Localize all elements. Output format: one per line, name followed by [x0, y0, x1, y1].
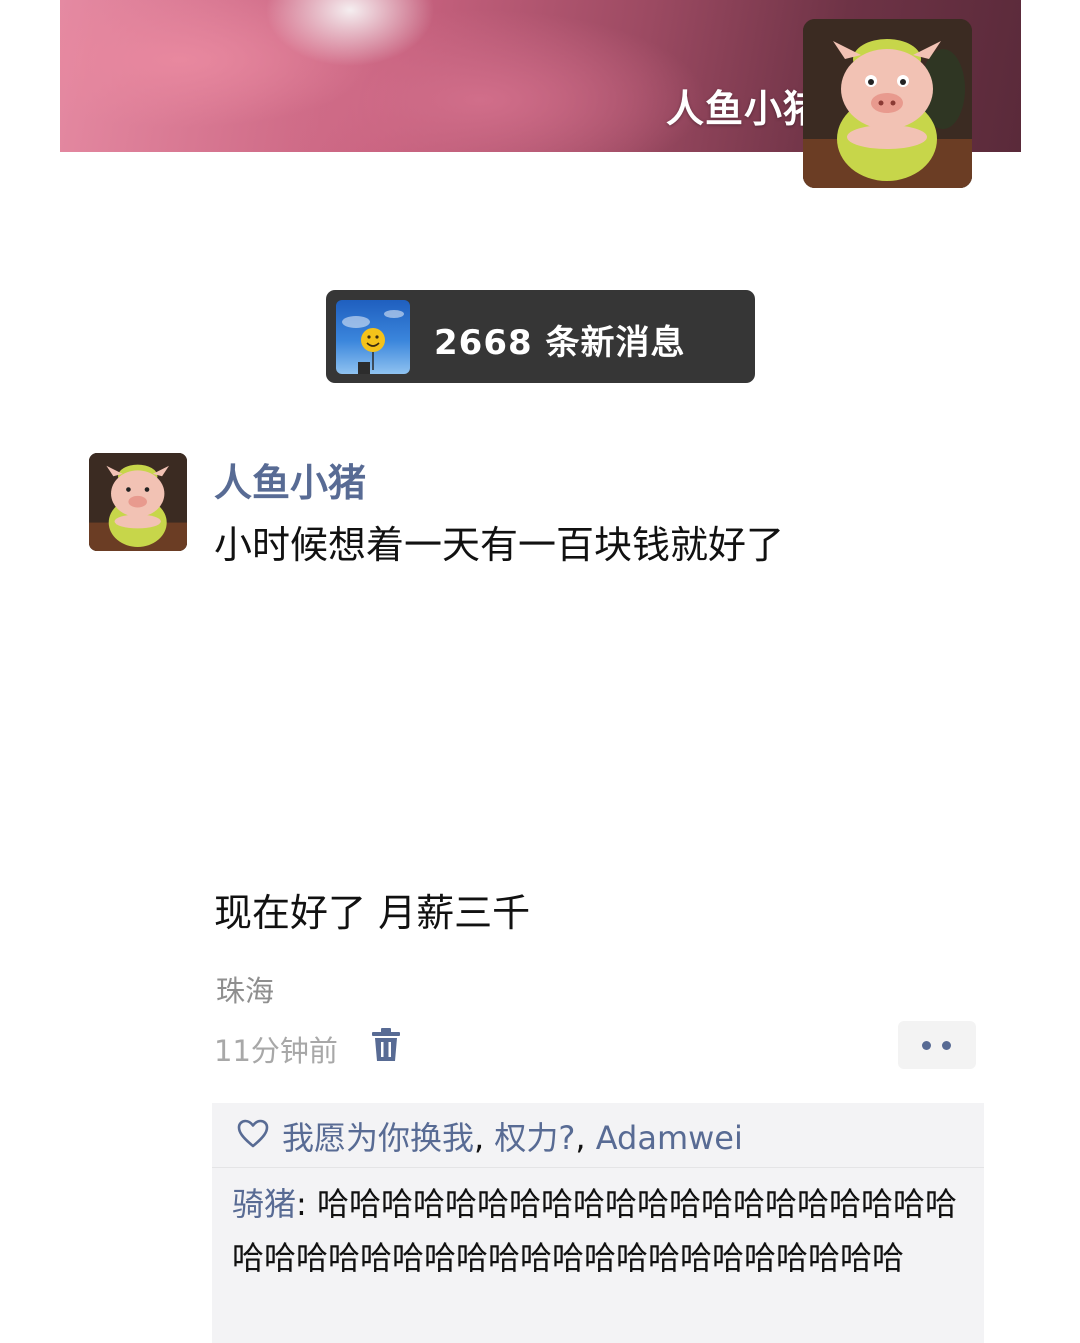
- post-text-line-1: 小时候想着一天有一百块钱就好了: [214, 523, 785, 567]
- comment-item[interactable]: 骑猪: 哈哈哈哈哈哈哈哈哈哈哈哈哈哈哈哈哈哈哈哈哈哈哈哈哈哈哈哈哈哈哈哈哈哈哈哈…: [232, 1177, 968, 1285]
- post-location[interactable]: 珠海: [216, 968, 274, 1010]
- smiley-balloon-icon: [342, 310, 404, 374]
- post-text-line-2: 现在好了 月薪三千: [214, 891, 531, 935]
- new-messages-count: 2668 条新消息: [434, 323, 686, 363]
- more-dots-icon[interactable]: [898, 1021, 976, 1069]
- like-user-1[interactable]: 我愿为你换我: [282, 1119, 474, 1157]
- comment-author[interactable]: 骑猪: [232, 1185, 296, 1223]
- post-timestamp: 11分钟前: [214, 1034, 338, 1068]
- like-separator: ,: [474, 1119, 495, 1157]
- heart-icon: [237, 1119, 269, 1148]
- pig-plush-icon: [803, 19, 972, 188]
- notification-avatar: [336, 300, 410, 374]
- like-user-2[interactable]: 权力?: [494, 1119, 575, 1157]
- like-separator: ,: [575, 1119, 596, 1157]
- comment-text: 哈哈哈哈哈哈哈哈哈哈哈哈哈哈哈哈哈哈哈哈哈哈哈哈哈哈哈哈哈哈哈哈哈哈哈哈哈哈哈哈…: [232, 1185, 957, 1277]
- cover-username: 人鱼小猪: [665, 87, 822, 131]
- profile-avatar[interactable]: [803, 19, 972, 188]
- comment-separator: :: [296, 1185, 317, 1223]
- new-messages-notification[interactable]: 2668 条新消息: [326, 290, 755, 383]
- trash-icon[interactable]: [370, 1027, 402, 1063]
- post-author-avatar[interactable]: [89, 453, 187, 551]
- divider: [212, 1167, 984, 1168]
- likes-comments-panel: 我愿为你换我, 权力?, Adamwei 骑猪: 哈哈哈哈哈哈哈哈哈哈哈哈哈哈哈…: [212, 1103, 984, 1343]
- like-user-3[interactable]: Adamwei: [596, 1119, 743, 1157]
- post-author-name[interactable]: 人鱼小猪: [214, 452, 366, 507]
- pig-plush-icon: [89, 453, 187, 551]
